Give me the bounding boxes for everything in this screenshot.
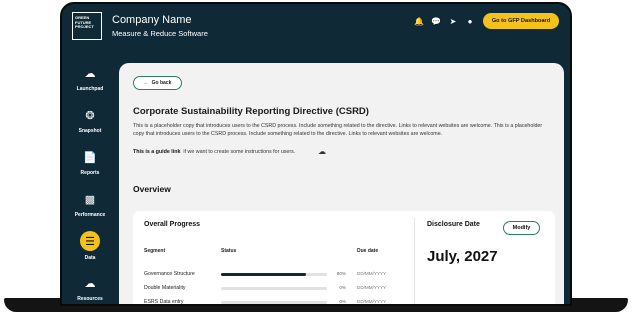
main-panel: ← Go back Corporate Sustainability Repor… (119, 63, 564, 305)
launchpad-icon: ☁ (84, 67, 96, 80)
user-icon[interactable]: ● (465, 16, 475, 26)
progress-bar (221, 273, 327, 276)
guide-text: if we want to create some instructions f… (183, 149, 296, 155)
page-description: This is a placeholder copy that introduc… (133, 123, 543, 137)
go-back-label: Go back (151, 80, 172, 86)
card-divider (414, 218, 415, 304)
table-row[interactable]: Double Materiality 0% DD/MM/YYYY (144, 284, 399, 294)
resources-icon: ☁ (84, 277, 96, 290)
sidebar-item-label: Snapshot (78, 128, 102, 134)
go-back-button[interactable]: ← Go back (133, 76, 182, 90)
due-date: DD/MM/YYYY (357, 271, 387, 276)
sidebar-item-label: Launchpad (76, 86, 104, 92)
company-tagline: Measure & Reduce Software (112, 29, 208, 38)
table-row[interactable]: ESRS Data entry 0% DD/MM/YYYY (144, 298, 399, 305)
sidebar-item-label: Data (84, 255, 96, 261)
page-title: Corporate Sustainability Reporting Direc… (133, 106, 369, 117)
sidebar-item-data[interactable]: ☰ Data (62, 224, 118, 264)
due-date-header: Due date (357, 248, 379, 254)
data-icon: ☰ (80, 231, 100, 251)
header-icons: 🔔 💬 ➤ ● (414, 16, 475, 26)
disclosure-date-value: July, 2027 (427, 248, 498, 265)
cloud-download-icon[interactable]: ☁ (318, 147, 326, 156)
status-header: Status (221, 248, 237, 254)
performance-icon: ▩ (84, 193, 96, 206)
segment-name: ESRS Data entry (144, 299, 184, 305)
sidebar-item-resources[interactable]: ☁ Resources (62, 266, 118, 304)
due-date: DD/MM/YYYY (357, 299, 387, 304)
sidebar-item-snapshot[interactable]: ❂ Snapshot (62, 98, 118, 138)
progress-fill (221, 273, 306, 276)
bell-icon[interactable]: 🔔 (414, 16, 424, 26)
segment-name: Governance Structure (144, 271, 195, 277)
progress-percent: 0% (339, 285, 346, 290)
company-block: Company Name Measure & Reduce Software (112, 14, 208, 38)
send-icon[interactable]: ➤ (448, 16, 458, 26)
guide-line: This is a guide link if we want to creat… (133, 149, 295, 155)
sidebar-item-launchpad[interactable]: ☁ Launchpad (62, 56, 118, 96)
sidebar-item-label: Performance (74, 212, 106, 218)
progress-bar (221, 287, 327, 290)
app-window: GREEN FUTURE PROJECT Company Name Measur… (60, 2, 572, 306)
sidebar-item-reports[interactable]: 📄 Reports (62, 140, 118, 180)
due-date: DD/MM/YYYY (357, 285, 387, 290)
reports-icon: 📄 (83, 151, 97, 164)
guide-link[interactable]: This is a guide link (133, 149, 180, 155)
sidebar-item-label: Reports (80, 170, 100, 176)
gfp-logo: GREEN FUTURE PROJECT (72, 12, 102, 40)
progress-percent: 0% (339, 299, 346, 304)
top-bar: GREEN FUTURE PROJECT Company Name Measur… (62, 4, 570, 48)
segment-header: Segment (144, 248, 166, 254)
gfp-dashboard-button[interactable]: Go to GFP Dashboard (483, 13, 559, 29)
segment-name: Double Materiality (144, 285, 186, 291)
company-name: Company Name (112, 14, 192, 26)
table-row[interactable]: Governance Structure 80% DD/MM/YYYY (144, 270, 399, 280)
sidebar-item-performance[interactable]: ▩ Performance (62, 182, 118, 222)
arrow-left-icon: ← (143, 80, 149, 86)
progress-bar (221, 301, 327, 304)
modify-button[interactable]: Modify (503, 221, 540, 235)
overall-progress-title: Overall Progress (144, 221, 201, 228)
overview-card: Overall Progress Segment Status Due date… (133, 211, 555, 305)
progress-percent: 80% (336, 271, 346, 276)
chat-icon[interactable]: 💬 (431, 16, 441, 26)
snapshot-icon: ❂ (85, 109, 95, 122)
disclosure-date-title: Disclosure Date (427, 221, 480, 228)
overview-title: Overview (133, 184, 171, 194)
sidebar-item-label: Resources (77, 296, 103, 302)
sidebar: ☁ Launchpad ❂ Snapshot 📄 Reports ▩ Perfo… (62, 56, 118, 304)
